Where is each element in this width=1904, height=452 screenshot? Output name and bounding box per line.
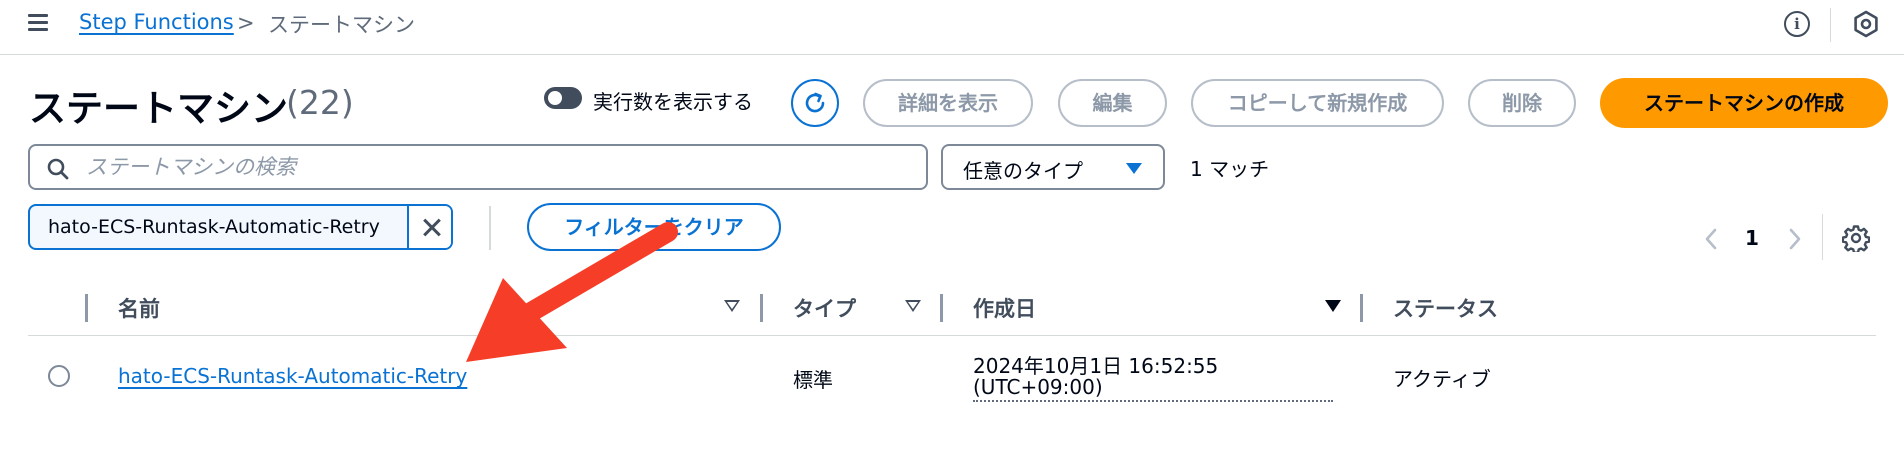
info-icon[interactable]: i	[1784, 11, 1810, 37]
created-timezone: (UTC+09:00)	[973, 375, 1333, 402]
filter-divider	[489, 206, 491, 250]
chevron-right-icon[interactable]	[1784, 224, 1806, 254]
pagination-divider	[1822, 214, 1823, 260]
hexagon-settings-icon[interactable]	[1852, 10, 1880, 38]
breadcrumb-current: ステートマシン	[268, 13, 415, 37]
edit-button[interactable]: 編集	[1058, 79, 1167, 127]
column-divider[interactable]	[940, 294, 943, 322]
search-icon	[47, 158, 69, 180]
state-machine-name-link[interactable]: hato-ECS-Runtask-Automatic-Retry	[118, 364, 467, 388]
view-details-button[interactable]: 詳細を表示	[863, 79, 1033, 127]
delete-button[interactable]: 削除	[1468, 79, 1576, 127]
type-filter-value: 任意のタイプ	[963, 159, 1083, 183]
column-header-type[interactable]: タイプ	[793, 293, 856, 323]
column-header-created[interactable]: 作成日	[973, 293, 1036, 323]
state-machine-status: アクティブ	[1393, 367, 1491, 391]
sort-descending-icon[interactable]	[1325, 300, 1341, 312]
clear-filter-button[interactable]: フィルターをクリア	[527, 203, 781, 251]
create-state-machine-button[interactable]: ステートマシンの作成	[1600, 78, 1888, 128]
sort-icon-type[interactable]	[905, 300, 921, 312]
match-count: 1 マッチ	[1190, 157, 1270, 181]
filter-token: hato-ECS-Runtask-Automatic-Retry	[28, 204, 453, 250]
breadcrumb-step-functions[interactable]: Step Functions	[79, 10, 234, 34]
table-header-border	[28, 335, 1876, 336]
hamburger-icon[interactable]	[26, 12, 50, 34]
type-filter-select[interactable]: 任意のタイプ	[941, 144, 1165, 190]
top-navigation-bar: Step Functions > ステートマシン i	[0, 0, 1904, 55]
refresh-button[interactable]	[791, 79, 839, 127]
top-bar-divider	[1830, 8, 1831, 42]
show-executions-toggle[interactable]	[544, 87, 582, 109]
caret-down-icon	[1126, 163, 1142, 174]
show-executions-label: 実行数を表示する	[593, 90, 753, 114]
row-select-radio[interactable]	[48, 365, 70, 387]
column-divider[interactable]	[1360, 294, 1363, 322]
column-divider	[85, 294, 88, 322]
filter-token-text: hato-ECS-Runtask-Automatic-Retry	[48, 216, 380, 238]
chevron-left-icon[interactable]	[1700, 224, 1722, 254]
page-title: ステートマシン	[29, 87, 288, 130]
state-machine-type: 標準	[793, 368, 833, 392]
column-divider[interactable]	[760, 294, 763, 322]
current-page-number[interactable]: 1	[1745, 226, 1759, 250]
column-header-status[interactable]: ステータス	[1393, 293, 1498, 323]
copy-to-new-button[interactable]: コピーして新規作成	[1191, 79, 1444, 127]
column-header-name[interactable]: 名前	[118, 293, 160, 323]
close-icon[interactable]	[407, 206, 451, 248]
toggle-knob	[548, 91, 562, 105]
state-machine-count: (22)	[286, 83, 354, 122]
sort-icon-name[interactable]	[724, 300, 740, 312]
breadcrumb-separator: >	[237, 11, 255, 35]
search-input[interactable]	[86, 152, 906, 182]
search-field[interactable]	[28, 144, 928, 190]
refresh-icon	[805, 92, 825, 113]
gear-icon[interactable]	[1842, 224, 1870, 252]
